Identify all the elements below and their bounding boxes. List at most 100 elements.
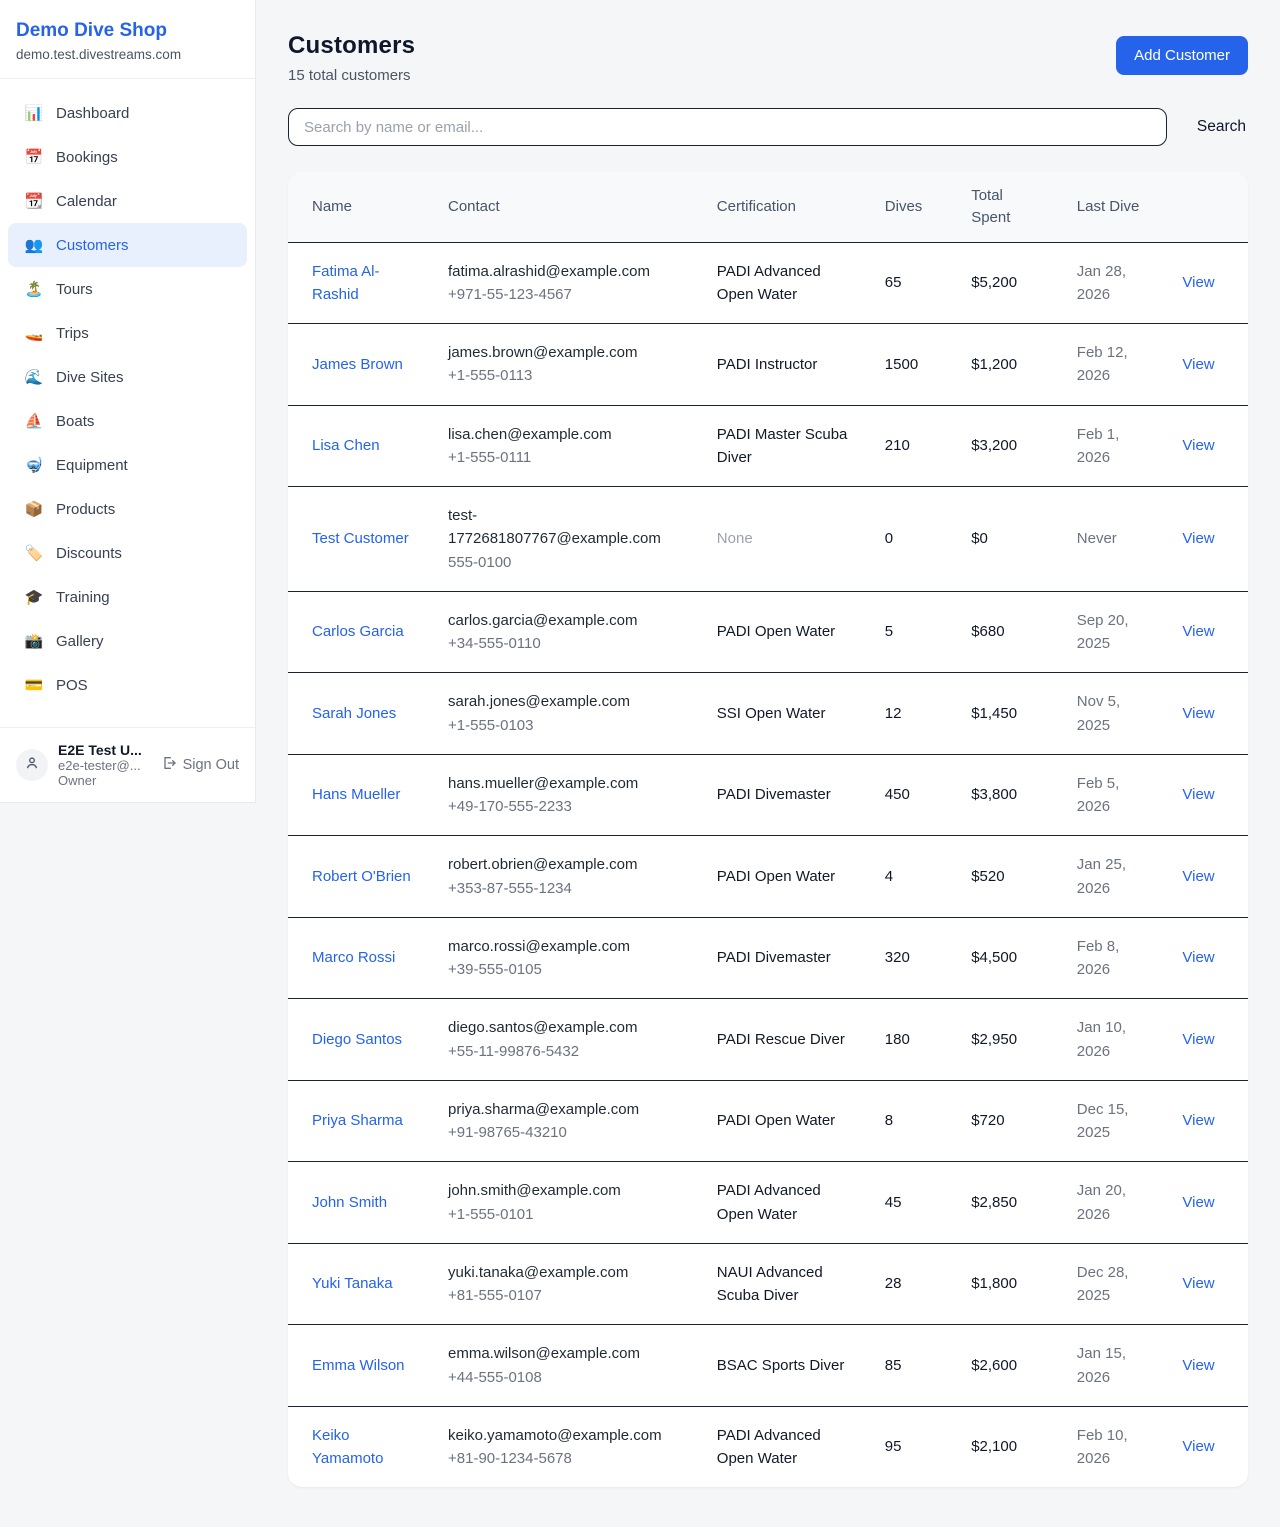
sidebar-item-boats[interactable]: ⛵Boats [8, 399, 247, 443]
sidebar-item-label: Dashboard [56, 105, 129, 122]
customer-last-dive: Never [1077, 530, 1117, 547]
page-title: Customers [288, 32, 415, 60]
customer-dives: 210 [885, 437, 910, 454]
sidebar-item-label: Customers [56, 237, 129, 254]
people-icon: 👥 [24, 238, 44, 253]
sign-out-icon [161, 755, 177, 775]
view-customer-link[interactable]: View [1182, 949, 1214, 966]
customer-phone: +1-555-0103 [448, 714, 685, 737]
customer-name-link[interactable]: Yuki Tanaka [312, 1275, 393, 1292]
customer-last-dive: Jan 10, 2026 [1077, 1019, 1126, 1059]
sign-out-button[interactable]: Sign Out [161, 755, 239, 775]
view-customer-link[interactable]: View [1182, 1438, 1214, 1455]
customer-phone: +44-555-0108 [448, 1366, 685, 1389]
user-name: E2E Test U... [58, 742, 151, 758]
customer-last-dive: Feb 5, 2026 [1077, 775, 1120, 815]
view-customer-link[interactable]: View [1182, 623, 1214, 640]
table-row: Lisa Chenlisa.chen@example.com+1-555-011… [288, 405, 1248, 487]
sidebar-nav: 📊 Dashboard 📅Bookings📆Calendar 👥 Customers 🏝️… [0, 79, 255, 727]
view-customer-link[interactable]: View [1182, 1112, 1214, 1129]
sidebar-item-dashboard[interactable]: 📊 Dashboard [8, 91, 247, 135]
sidebar-item-training[interactable]: 🎓Training [8, 575, 247, 619]
customer-name-link[interactable]: Marco Rossi [312, 949, 395, 966]
view-customer-link[interactable]: View [1182, 356, 1214, 373]
customer-name-link[interactable]: Hans Mueller [312, 786, 400, 803]
page-header: Customers 15 total customers Add Custome… [288, 32, 1248, 84]
view-customer-link[interactable]: View [1182, 1031, 1214, 1048]
column-header: Contact [432, 172, 701, 242]
add-customer-button[interactable]: Add Customer [1116, 36, 1248, 75]
graduation-cap-icon: 🎓 [24, 590, 44, 605]
view-customer-link[interactable]: View [1182, 868, 1214, 885]
customer-name-link[interactable]: Fatima Al-Rashid [312, 263, 380, 303]
sidebar-item-products[interactable]: 📦Products [8, 487, 247, 531]
customer-name-link[interactable]: Diego Santos [312, 1031, 402, 1048]
sidebar-item-pos[interactable]: 💳POS [8, 663, 247, 707]
customer-certification: PADI Rescue Diver [717, 1031, 845, 1048]
view-customer-link[interactable]: View [1182, 1194, 1214, 1211]
customer-name-link[interactable]: John Smith [312, 1194, 387, 1211]
view-customer-link[interactable]: View [1182, 274, 1214, 291]
view-customer-link[interactable]: View [1182, 1275, 1214, 1292]
bar-chart-icon: 📊 [24, 106, 44, 121]
table-row: Diego Santosdiego.santos@example.com+55-… [288, 999, 1248, 1081]
table-row: Yuki Tanakayuki.tanaka@example.com+81-55… [288, 1243, 1248, 1325]
sidebar-item-equipment[interactable]: 🤿Equipment [8, 443, 247, 487]
sidebar-item-label: Calendar [56, 193, 117, 210]
view-customer-link[interactable]: View [1182, 786, 1214, 803]
customer-name-link[interactable]: Lisa Chen [312, 437, 380, 454]
customer-phone: 555-0100 [448, 551, 685, 574]
customer-total-spent: $1,450 [971, 705, 1017, 722]
customer-name-link[interactable]: Robert O'Brien [312, 868, 411, 885]
customer-email: john.smith@example.com [448, 1179, 685, 1202]
sidebar-item-discounts[interactable]: 🏷️Discounts [8, 531, 247, 575]
customer-name-link[interactable]: Keiko Yamamoto [312, 1427, 383, 1467]
sidebar-item-label: POS [56, 677, 88, 694]
customer-certification: PADI Advanced Open Water [717, 263, 821, 303]
customer-name-link[interactable]: Carlos Garcia [312, 623, 404, 640]
customer-total-spent: $520 [971, 868, 1004, 885]
search-bar: Search [288, 108, 1248, 146]
sidebar-item-tours[interactable]: 🏝️Tours [8, 267, 247, 311]
customer-email: robert.obrien@example.com [448, 853, 685, 876]
sidebar: Demo Dive Shop demo.test.divestreams.com… [0, 0, 256, 803]
sidebar-item-label: Gallery [56, 633, 104, 650]
search-input[interactable] [288, 108, 1167, 146]
view-customer-link[interactable]: View [1182, 530, 1214, 547]
customer-dives: 320 [885, 949, 910, 966]
sidebar-item-calendar[interactable]: 📆Calendar [8, 179, 247, 223]
view-customer-link[interactable]: View [1182, 705, 1214, 722]
customer-dives: 45 [885, 1194, 902, 1211]
sidebar-item-gallery[interactable]: 📸Gallery [8, 619, 247, 663]
customer-email: hans.mueller@example.com [448, 772, 685, 795]
sidebar-item-dive-sites[interactable]: 🌊Dive Sites [8, 355, 247, 399]
customer-last-dive: Dec 28, 2025 [1077, 1264, 1129, 1304]
customer-name-link[interactable]: Test Customer [312, 530, 409, 547]
customer-phone: +49-170-555-2233 [448, 795, 685, 818]
customer-last-dive: Feb 12, 2026 [1077, 344, 1128, 384]
customer-certification: PADI Master Scuba Diver [717, 426, 848, 466]
user-meta: E2E Test U... e2e-tester@... Owner [58, 742, 151, 788]
customer-email: keiko.yamamoto@example.com [448, 1424, 685, 1447]
sidebar-item-trips[interactable]: 🚤Trips [8, 311, 247, 355]
sidebar-item-bookings[interactable]: 📅Bookings [8, 135, 247, 179]
sidebar-item-label: Boats [56, 413, 94, 430]
customer-dives: 12 [885, 705, 902, 722]
customer-dives: 5 [885, 623, 893, 640]
customer-certification: NAUI Advanced Scuba Diver [717, 1264, 823, 1304]
customer-certification: PADI Divemaster [717, 949, 831, 966]
view-customer-link[interactable]: View [1182, 437, 1214, 454]
customer-certification: PADI Instructor [717, 356, 818, 373]
customer-last-dive: Feb 1, 2026 [1077, 426, 1120, 466]
table-row: Sarah Jonessarah.jones@example.com+1-555… [288, 673, 1248, 755]
search-button[interactable]: Search [1195, 112, 1248, 142]
customer-name-link[interactable]: James Brown [312, 356, 403, 373]
customer-name-link[interactable]: Priya Sharma [312, 1112, 403, 1129]
table-row: Fatima Al-Rashidfatima.alrashid@example.… [288, 242, 1248, 324]
customer-total-spent: $4,500 [971, 949, 1017, 966]
view-customer-link[interactable]: View [1182, 1357, 1214, 1374]
customer-name-link[interactable]: Sarah Jones [312, 705, 396, 722]
customer-total-spent: $1,800 [971, 1275, 1017, 1292]
customer-name-link[interactable]: Emma Wilson [312, 1357, 405, 1374]
sidebar-item-customers[interactable]: 👥 Customers [8, 223, 247, 267]
